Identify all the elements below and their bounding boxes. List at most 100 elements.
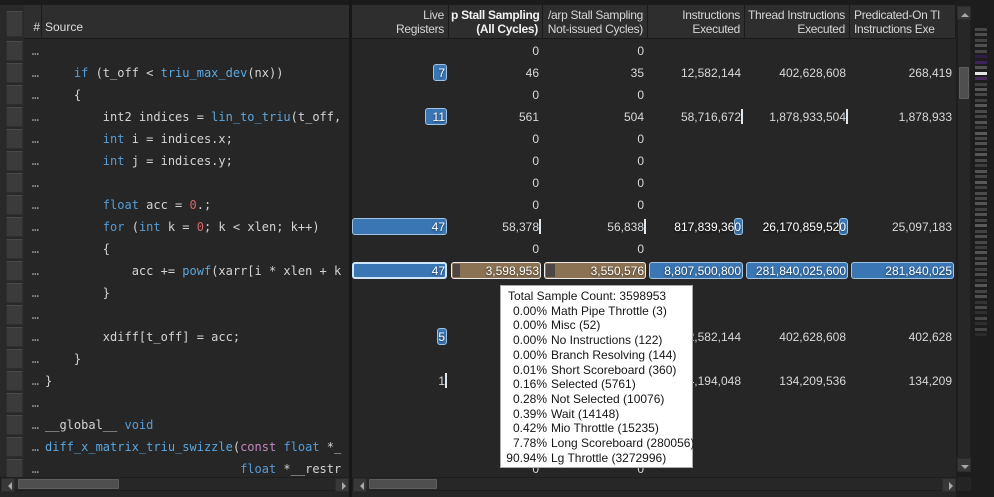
metrics-row[interactable]: 00 <box>352 128 956 150</box>
metric-cell-pie[interactable] <box>851 238 956 260</box>
metric-cell-s2[interactable]: 0 <box>544 238 648 260</box>
metric-cell-tie[interactable] <box>746 172 850 194</box>
metric-cell-s2[interactable]: 0 <box>544 128 648 150</box>
metric-cell-lr[interactable] <box>352 128 449 150</box>
metric-cell-pie[interactable] <box>851 348 956 370</box>
metric-cell-s1[interactable]: 58,378 <box>451 216 543 238</box>
gutter-cell[interactable] <box>6 41 23 61</box>
metric-cell-tie[interactable]: 1,878,933,504 <box>746 106 850 128</box>
metric-cell-pie[interactable] <box>851 128 956 150</box>
gutter-cell[interactable] <box>6 327 23 347</box>
source-row[interactable]: … int i = indices.x; <box>0 128 349 150</box>
metric-cell-pie[interactable] <box>851 414 956 436</box>
source-row[interactable]: … <box>0 40 349 62</box>
metric-cell-pie[interactable] <box>851 436 956 458</box>
metric-cell-s1[interactable]: 0 <box>451 194 543 216</box>
source-row[interactable]: …} <box>0 370 349 392</box>
metric-cell-tie[interactable] <box>746 304 850 326</box>
metric-cell-tie[interactable]: 281,840,025,600 <box>746 260 850 282</box>
column-header-pie[interactable]: Predicated-On TlInstructions Exe <box>851 5 956 39</box>
metric-cell-ie[interactable]: 817,839,360 <box>649 216 745 238</box>
metric-cell-pie[interactable] <box>851 150 956 172</box>
metric-cell-ie[interactable]: 12,582,144 <box>649 62 745 84</box>
metric-cell-tie[interactable] <box>746 238 850 260</box>
metric-cell-ie[interactable] <box>649 172 745 194</box>
gutter-cell[interactable] <box>6 239 23 259</box>
metric-cell-lr[interactable] <box>352 282 449 304</box>
source-row[interactable]: … <box>0 172 349 194</box>
heatmap-strip[interactable] <box>972 0 990 497</box>
metric-cell-s2[interactable]: 0 <box>544 40 648 62</box>
gutter-cell[interactable] <box>6 217 23 237</box>
metric-cell-ie[interactable] <box>649 40 745 62</box>
gutter-cell[interactable] <box>6 173 23 193</box>
source-row[interactable]: … float acc = 0.; <box>0 194 349 216</box>
source-row[interactable]: … { <box>0 238 349 260</box>
metric-cell-lr[interactable] <box>352 392 449 414</box>
gutter-cell[interactable] <box>6 437 23 457</box>
column-header-lr[interactable]: LiveRegisters <box>352 5 449 39</box>
gutter-cell[interactable] <box>6 393 23 413</box>
metric-cell-lr[interactable] <box>352 40 449 62</box>
metric-cell-s1[interactable]: 0 <box>451 40 543 62</box>
metric-cell-s1[interactable]: 3,598,953 <box>451 260 543 282</box>
metric-cell-s1[interactable]: 0 <box>451 150 543 172</box>
metric-cell-tie[interactable] <box>746 150 850 172</box>
metric-cell-pie[interactable] <box>851 172 956 194</box>
metric-cell-ie[interactable] <box>649 128 745 150</box>
metrics-row[interactable]: 00 <box>352 40 956 62</box>
metric-cell-pie[interactable]: 134,209 <box>851 370 956 392</box>
metric-cell-tie[interactable] <box>746 348 850 370</box>
metric-cell-tie[interactable]: 26,170,859,520 <box>746 216 850 238</box>
metric-cell-s2[interactable]: 35 <box>544 62 648 84</box>
scroll-down-button[interactable] <box>957 458 971 472</box>
source-header[interactable]: # Source <box>24 5 349 39</box>
metric-cell-lr[interactable] <box>352 436 449 458</box>
metric-cell-ie[interactable] <box>649 84 745 106</box>
hscroll-thumb[interactable] <box>18 479 119 489</box>
gutter-cell[interactable] <box>6 107 23 127</box>
source-row[interactable]: … } <box>0 348 349 370</box>
source-hscrollbar[interactable] <box>0 477 349 491</box>
source-row[interactable]: … xdiff[t_off] = acc; <box>0 326 349 348</box>
metric-cell-tie[interactable] <box>746 40 850 62</box>
source-row[interactable]: … int j = indices.y; <box>0 150 349 172</box>
metrics-row[interactable]: 00 <box>352 194 956 216</box>
metrics-row[interactable]: 473,598,9533,550,5768,807,500,800281,840… <box>352 260 956 282</box>
vscroll-thumb[interactable] <box>959 67 969 99</box>
metric-cell-pie[interactable]: 25,097,183 <box>851 216 956 238</box>
metric-cell-s1[interactable]: 46 <box>451 62 543 84</box>
metric-cell-tie[interactable] <box>746 392 850 414</box>
metrics-vscrollbar[interactable] <box>957 5 971 472</box>
metric-cell-pie[interactable] <box>851 84 956 106</box>
metric-cell-lr[interactable]: 47 <box>352 216 449 238</box>
source-row[interactable]: … <box>0 304 349 326</box>
metric-cell-s2[interactable]: 0 <box>544 194 648 216</box>
hscroll-thumb[interactable] <box>369 479 437 489</box>
metric-cell-lr[interactable] <box>352 348 449 370</box>
metric-cell-ie[interactable]: 58,716,672 <box>649 106 745 128</box>
source-row[interactable]: … { <box>0 84 349 106</box>
metric-cell-s1[interactable]: 0 <box>451 238 543 260</box>
gutter-cell[interactable] <box>6 85 23 105</box>
metrics-hscrollbar[interactable] <box>352 477 956 491</box>
source-row[interactable]: … acc += powf(xarr[i * xlen + k <box>0 260 349 282</box>
metric-cell-s2[interactable]: 504 <box>544 106 648 128</box>
column-header-ie[interactable]: InstructionsExecuted <box>649 5 745 39</box>
metric-cell-ie[interactable] <box>649 194 745 216</box>
metric-cell-pie[interactable] <box>851 282 956 304</box>
gutter-cell[interactable] <box>6 415 23 435</box>
metric-cell-pie[interactable]: 281,840,025 <box>851 260 956 282</box>
metric-cell-pie[interactable]: 268,419 <box>851 62 956 84</box>
metrics-row[interactable]: 00 <box>352 150 956 172</box>
gutter-cell[interactable] <box>6 63 23 83</box>
metric-cell-ie[interactable]: 8,807,500,800 <box>649 260 745 282</box>
metrics-row[interactable]: 4758,37856,838817,839,36026,170,859,5202… <box>352 216 956 238</box>
gutter-cell[interactable] <box>6 349 23 369</box>
metric-cell-s2[interactable]: 0 <box>544 150 648 172</box>
column-header-s2[interactable]: /arp Stall SamplingNot-issued Cycles) <box>544 5 648 39</box>
source-row[interactable]: … if (t_off < triu_max_dev(nx)) <box>0 62 349 84</box>
metric-cell-pie[interactable] <box>851 392 956 414</box>
source-row[interactable]: … } <box>0 282 349 304</box>
gutter-cell[interactable] <box>6 371 23 391</box>
